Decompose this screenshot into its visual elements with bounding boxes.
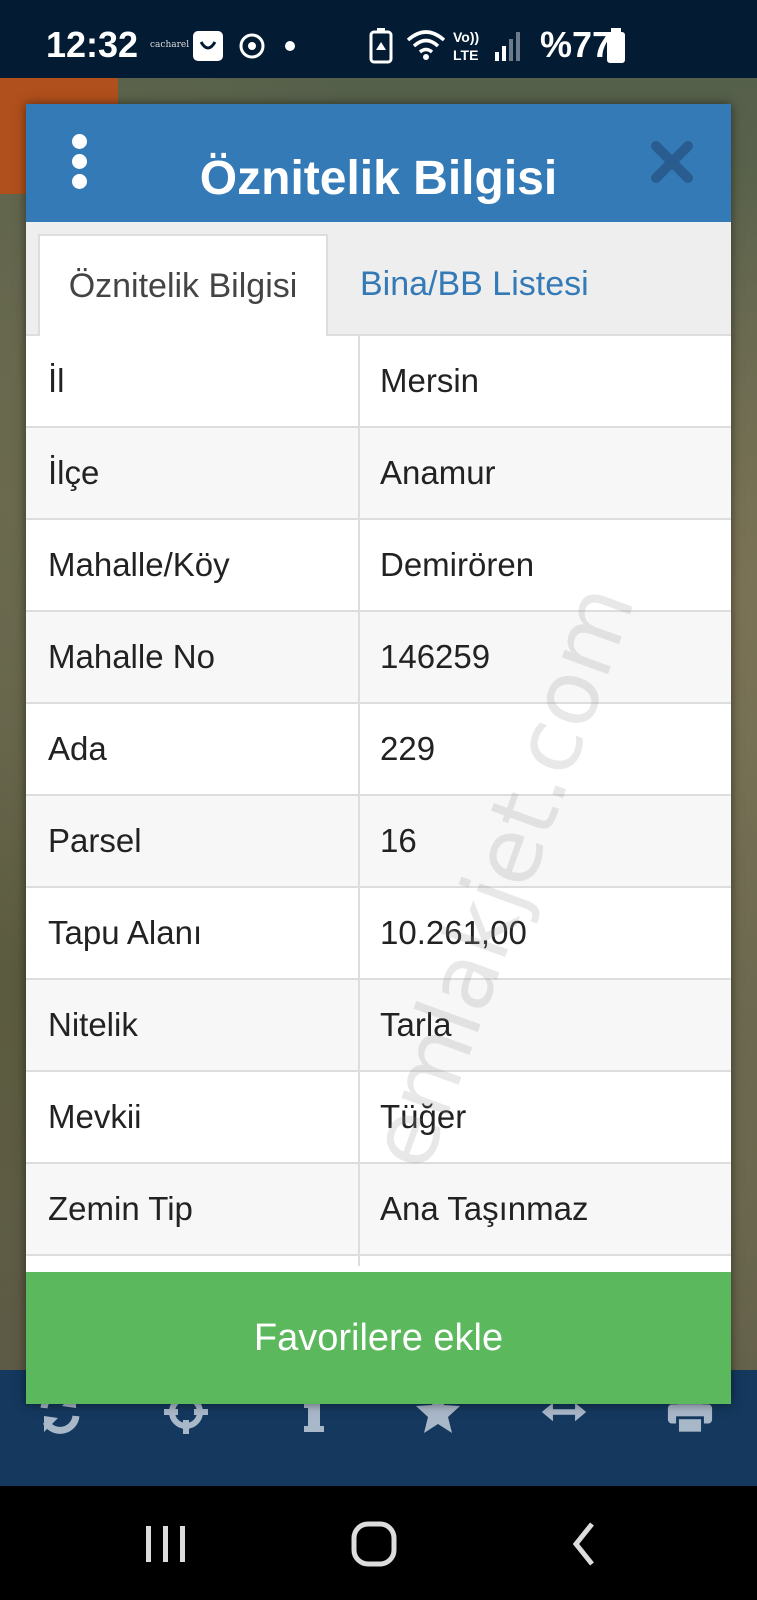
table-row: Parsel 16: [26, 796, 731, 888]
svg-text:LTE: LTE: [453, 47, 478, 63]
row-key: Zemin Tip: [26, 1164, 360, 1254]
table-row: Nitelik Tarla: [26, 980, 731, 1072]
system-navigation-bar: [0, 1486, 757, 1600]
tab-bar: Öznitelik Bilgisi Bina/BB Listesi: [26, 222, 731, 338]
battery-percent: %77: [540, 24, 613, 65]
row-value: Ana Taşınmaz: [380, 1190, 589, 1227]
table-row: Mevkii Tüğer: [26, 1072, 731, 1164]
add-to-favorites-button[interactable]: Favorilere ekle: [26, 1272, 731, 1404]
row-key: Ada: [26, 704, 360, 794]
dialog-title: Öznitelik Bilgisi: [199, 152, 558, 205]
row-value: Mersin: [380, 362, 480, 399]
battery-saver-icon: [369, 28, 393, 64]
table-row: Tapu Alanı 10.261,00: [26, 888, 731, 980]
notification-brand: cacharel: [150, 40, 190, 50]
tab-attribute-info[interactable]: Öznitelik Bilgisi: [38, 234, 328, 338]
attribute-table: İl Mersin İlçe Anamur Mahalle/Köy Demirö…: [26, 336, 731, 1266]
row-key: İlçe: [26, 428, 360, 518]
table-row: Zemin Tip Ana Taşınmaz: [26, 1164, 731, 1256]
row-key: Mahalle No: [26, 612, 360, 702]
svg-text:Vo)): Vo)): [453, 29, 479, 45]
wifi-icon: [406, 30, 446, 60]
clock: 12:32: [46, 24, 139, 65]
recent-apps-icon[interactable]: [136, 1516, 196, 1572]
row-value: 146259: [380, 638, 491, 675]
back-icon[interactable]: [556, 1516, 616, 1572]
table-row: Ada 229: [26, 704, 731, 796]
row-key: Nitelik: [26, 980, 360, 1070]
more-vert-icon[interactable]: [72, 134, 88, 190]
table-row: İlçe Anamur: [26, 428, 731, 520]
row-value: Tüğer: [380, 1098, 467, 1135]
table-row: İl Mersin: [26, 336, 731, 428]
attribute-info-dialog: Öznitelik Bilgisi Öznitelik Bilgisi Bina…: [26, 104, 731, 1404]
sync-icon: [239, 33, 265, 59]
row-key-partial: [26, 1256, 360, 1266]
battery-icon: [607, 28, 625, 63]
home-icon[interactable]: [346, 1516, 406, 1572]
shopping-bag-icon: [193, 31, 223, 61]
row-value: 10.261,00: [380, 914, 527, 951]
row-value: 229: [380, 730, 436, 767]
row-value: Tarla: [380, 1006, 452, 1043]
volte-icon: Vo)) LTE: [453, 29, 479, 63]
row-value: 16: [380, 822, 417, 859]
close-icon[interactable]: [650, 140, 694, 184]
row-value: Anamur: [380, 454, 496, 491]
signal-icon: [495, 32, 520, 61]
table-row-partial: [26, 1256, 731, 1266]
table-row: Mahalle No 146259: [26, 612, 731, 704]
row-key: Tapu Alanı: [26, 888, 360, 978]
status-bar: 12:32 cacharel Vo)) LTE %77: [0, 0, 757, 78]
dialog-header: Öznitelik Bilgisi: [26, 104, 731, 222]
row-key: Mahalle/Köy: [26, 520, 360, 610]
dot-icon: [285, 41, 295, 51]
tab-building-list[interactable]: Bina/BB Listesi: [338, 234, 611, 338]
row-key: Mevkii: [26, 1072, 360, 1162]
row-key: Parsel: [26, 796, 360, 886]
row-value: Demirören: [380, 546, 535, 583]
row-key: İl: [26, 336, 360, 426]
table-row: Mahalle/Köy Demirören: [26, 520, 731, 612]
